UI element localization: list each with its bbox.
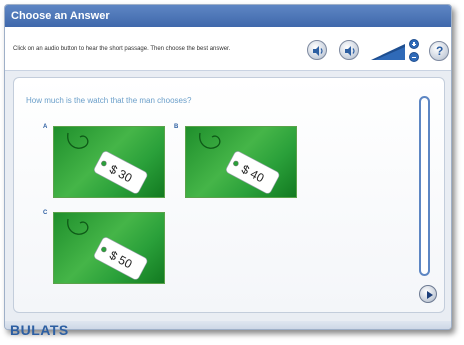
price-tag-icon: $ 40: [199, 132, 280, 194]
option-a-card[interactable]: $ 30: [53, 126, 165, 198]
window-title: Choose an Answer: [5, 5, 451, 27]
instructions-text: Click on an audio button to hear the sho…: [13, 46, 231, 52]
audio-button-2[interactable]: [339, 40, 359, 60]
help-icon: ?: [436, 44, 444, 58]
option-c-letter: C: [43, 210, 48, 216]
next-button[interactable]: [419, 285, 437, 303]
footer-bar: [5, 321, 451, 329]
volume-down-button[interactable]: [409, 52, 419, 62]
brand-logo: BULATS: [10, 322, 69, 338]
volume-up-button[interactable]: [409, 39, 419, 49]
help-button[interactable]: ?: [429, 41, 449, 61]
option-a-letter: A: [43, 124, 48, 130]
scrollbar[interactable]: [419, 96, 430, 276]
toolbar: Click on an audio button to hear the sho…: [5, 27, 451, 71]
question-text: How much is the watch that the man choos…: [26, 96, 192, 105]
audio-button-1[interactable]: [307, 40, 327, 60]
option-b-card[interactable]: $ 40: [185, 126, 297, 198]
volume-level-icon[interactable]: [371, 44, 405, 60]
price-tag-icon: $ 50: [67, 218, 148, 280]
speaker-icon: [313, 46, 323, 56]
speaker-icon: [345, 46, 355, 56]
option-b-letter: B: [174, 124, 179, 130]
price-tag-icon: $ 30: [67, 132, 148, 194]
option-c-card[interactable]: $ 50: [53, 212, 165, 284]
